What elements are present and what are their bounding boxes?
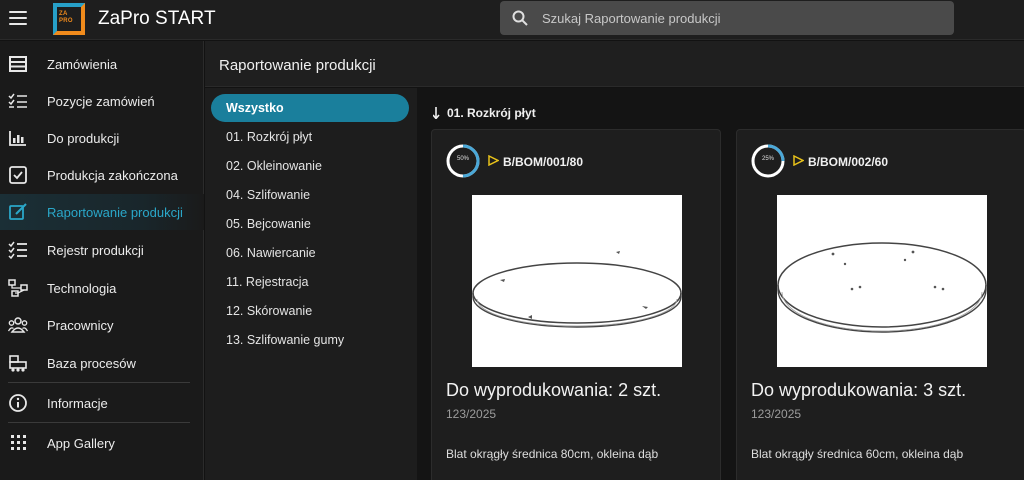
sidebar-item-do-produkcji[interactable]: Do produkcji	[0, 120, 204, 156]
edit-report-icon	[9, 203, 27, 220]
group-header[interactable]: 01. Rozkrój płyt	[432, 106, 536, 120]
filter-item-wszystko[interactable]: Wszystko	[211, 94, 409, 122]
production-card[interactable]: 25% B/BOM/002/60 Do wyprodukowania: 3 sz…	[736, 129, 1024, 480]
factory-icon	[9, 131, 26, 146]
sidebar-item-label: Zamówienia	[47, 56, 118, 72]
filter-item-bejcowanie[interactable]: 05. Bejcowanie	[211, 210, 409, 238]
sidebar-item-label: App Gallery	[47, 435, 115, 451]
content-header: Raportowanie produkcji	[205, 41, 1024, 87]
sidebar-item-label: Pracownicy	[47, 317, 114, 333]
sidebar-item-label: Do produkcji	[47, 130, 120, 146]
checkbox-icon	[9, 166, 27, 184]
search-input[interactable]	[542, 1, 942, 35]
sidebar: Zamówienia Pozycje zamówień Do produkcji…	[0, 41, 204, 480]
filter-item-nawiercanie[interactable]: 06. Nawiercanie	[211, 239, 409, 267]
sidebar-divider	[8, 382, 190, 383]
sidebar-item-baza-procesow[interactable]: Baza procesów	[0, 345, 204, 381]
sidebar-item-label: Rejestr produkcji	[47, 242, 144, 258]
sort-arrow-icon	[432, 107, 440, 120]
orders-icon	[9, 56, 27, 72]
grid-icon	[11, 435, 26, 450]
progress-label: 25%	[761, 156, 774, 162]
sidebar-item-technologia[interactable]: Technologia	[0, 270, 204, 306]
filter-item-szlifowanie[interactable]: 04. Szlifowanie	[211, 181, 409, 209]
filter-item-szlifowanie-gumy[interactable]: 13. Szlifowanie gumy	[211, 326, 409, 354]
sidebar-item-zamowienia[interactable]: Zamówienia	[0, 46, 204, 82]
sidebar-item-pracownicy[interactable]: Pracownicy	[0, 307, 204, 343]
order-number: 123/2025	[751, 407, 802, 421]
filter-item-okleinowanie[interactable]: 02. Okleinowanie	[211, 152, 409, 180]
sidebar-item-label: Baza procesów	[47, 355, 136, 371]
sidebar-item-label: Raportowanie produkcji	[47, 204, 183, 220]
search-icon	[512, 10, 528, 26]
sidebar-item-rejestr-produkcji[interactable]: Rejestr produkcji	[0, 232, 204, 268]
sidebar-item-app-gallery[interactable]: App Gallery	[0, 425, 204, 461]
production-card[interactable]: 50% B/BOM/001/80 Do wyprodukowania: 2 sz…	[431, 129, 721, 480]
sidebar-item-informacje[interactable]: Informacje	[0, 385, 204, 421]
flow-icon	[8, 279, 28, 297]
page-title: Raportowanie produkcji	[219, 57, 376, 74]
hamburger-menu-icon[interactable]	[9, 11, 27, 25]
product-image	[777, 195, 987, 367]
quantity-to-produce: Do wyprodukowania: 3 szt.	[751, 380, 967, 400]
sidebar-item-pozycje-zamowien[interactable]: Pozycje zamówień	[0, 83, 204, 119]
play-flag-icon	[793, 155, 804, 166]
filter-item-rejestracja[interactable]: 11. Rejestracja	[211, 268, 409, 296]
bom-code: B/BOM/001/80	[503, 155, 584, 169]
progress-label: 50%	[456, 156, 469, 162]
filter-item-skorowanie[interactable]: 12. Skórowanie	[211, 297, 409, 325]
order-number: 123/2025	[446, 407, 497, 421]
main-content: 01. Rozkrój płyt 50% B/BOM/001/80 Do wyp…	[417, 88, 1024, 480]
quantity-to-produce: Do wyprodukowania: 2 szt.	[446, 380, 662, 400]
product-image	[472, 195, 682, 367]
sidebar-item-label: Pozycje zamówień	[47, 93, 155, 109]
sidebar-item-label: Produkcja zakończona	[47, 167, 178, 183]
sidebar-divider	[8, 422, 190, 423]
bom-code: B/BOM/002/60	[808, 155, 889, 169]
machine-icon	[9, 355, 27, 372]
product-description: Blat okrągły średnica 60cm, okleina dąb	[751, 447, 964, 461]
people-icon	[8, 317, 28, 333]
list-check-icon	[8, 93, 27, 108]
product-description: Blat okrągły średnica 80cm, okleina dąb	[446, 447, 659, 461]
search-bar[interactable]	[500, 1, 954, 35]
sidebar-item-produkcja-zakonczona[interactable]: Produkcja zakończona	[0, 157, 204, 193]
filter-item-rozkroj-plyt[interactable]: 01. Rozkrój płyt	[211, 123, 409, 151]
info-icon	[9, 394, 27, 412]
operation-filter-list: Wszystko 01. Rozkrój płyt 02. Okleinowan…	[205, 88, 417, 480]
sidebar-item-label: Informacje	[47, 395, 108, 411]
app-logo: ZA PRO	[53, 3, 85, 35]
group-title: 01. Rozkrój płyt	[447, 106, 536, 120]
play-flag-icon	[488, 155, 499, 166]
app-title: ZaPro START	[98, 8, 216, 29]
sidebar-item-raportowanie-produkcji[interactable]: Raportowanie produkcji	[0, 194, 204, 230]
checklist-icon	[8, 241, 27, 259]
top-app-bar: ZA PRO ZaPro START	[0, 0, 1024, 40]
sidebar-item-label: Technologia	[47, 280, 117, 296]
